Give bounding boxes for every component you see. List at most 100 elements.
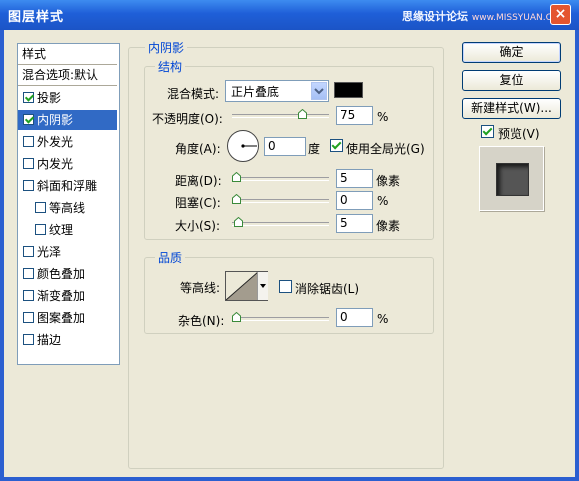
- size-slider-handle[interactable]: [233, 217, 243, 227]
- structure-title: 结构: [155, 58, 186, 75]
- choke-slider-handle[interactable]: [232, 194, 241, 204]
- style-list-item[interactable]: 外发光: [18, 132, 117, 152]
- contour-preview-icon: [226, 272, 258, 300]
- size-input[interactable]: 5: [336, 214, 373, 233]
- style-list-item[interactable]: 颜色叠加: [18, 264, 117, 284]
- anti-alias-label[interactable]: 消除锯齿(L): [295, 280, 359, 297]
- style-list-item[interactable]: 纹理: [18, 220, 117, 240]
- opacity-label: 不透明度(O):: [152, 112, 223, 126]
- style-list-item[interactable]: 渐变叠加: [18, 286, 117, 306]
- distance-slider-track[interactable]: [232, 177, 329, 181]
- contour-picker[interactable]: [225, 271, 268, 301]
- style-preview-thumbnail: [479, 146, 544, 211]
- style-checkbox[interactable]: [35, 224, 46, 235]
- size-label: 大小(S):: [175, 219, 221, 233]
- style-list-item[interactable]: 投影: [18, 88, 117, 108]
- style-list-label: 渐变叠加: [37, 289, 86, 303]
- style-list-item[interactable]: 内阴影: [18, 110, 117, 130]
- opacity-slider-handle[interactable]: [298, 109, 307, 119]
- size-unit: 像素: [376, 219, 401, 233]
- style-list-item[interactable]: 图案叠加: [18, 308, 117, 328]
- style-list-label: 图案叠加: [37, 311, 86, 325]
- dialog-body: 样式 混合选项:默认 投影 内阴影 外发光 内发光 斜面和浮雕 等高线 纹理 光泽 颜色叠加 渐变叠加…: [4, 30, 575, 477]
- choke-label: 阻塞(C):: [175, 196, 221, 210]
- title-bar[interactable]: 图层样式 思缘设计论坛 www.MISSYUAN.COM ×: [0, 0, 579, 30]
- style-list-label: 纹理: [49, 223, 74, 237]
- angle-unit: 度: [308, 142, 321, 156]
- preview-checkbox[interactable]: [481, 125, 494, 138]
- preview-swatch: [496, 163, 529, 196]
- style-list-label: 描边: [37, 333, 62, 347]
- style-list-label: 内发光: [37, 157, 74, 171]
- shadow-color-swatch[interactable]: [334, 82, 363, 98]
- style-list-item[interactable]: 内发光: [18, 154, 117, 174]
- watermark: 思缘设计论坛 www.MISSYUAN.COM: [402, 8, 567, 24]
- style-list-label: 外发光: [37, 135, 74, 149]
- style-list: 样式混合选项:默认投影内阴影外发光内发光斜面和浮雕等高线纹理光泽颜色叠加渐变叠加…: [17, 43, 120, 365]
- contour-label: 等高线:: [180, 281, 221, 295]
- layer-style-dialog: 图层样式 思缘设计论坛 www.MISSYUAN.COM × 样式混合选项:默认…: [0, 0, 579, 481]
- opacity-input[interactable]: 75: [336, 106, 373, 125]
- style-checkbox[interactable]: [23, 290, 34, 301]
- noise-unit: %: [377, 312, 389, 326]
- style-list-item[interactable]: 样式: [18, 44, 117, 65]
- ok-button[interactable]: 确定: [462, 42, 561, 63]
- style-checkbox[interactable]: [23, 114, 34, 125]
- style-list-item[interactable]: 光泽: [18, 242, 117, 262]
- distance-input[interactable]: 5: [336, 169, 373, 188]
- choke-input[interactable]: 0: [336, 191, 373, 210]
- choke-slider-track[interactable]: [232, 199, 329, 203]
- angle-input[interactable]: 0: [264, 137, 306, 156]
- blend-mode-label: 混合模式:: [167, 87, 220, 101]
- style-checkbox[interactable]: [23, 268, 34, 279]
- angle-dial[interactable]: [226, 129, 260, 163]
- reset-button[interactable]: 复位: [462, 70, 561, 91]
- blend-mode-value: 正片叠底: [231, 85, 280, 99]
- noise-slider-track[interactable]: [232, 317, 329, 321]
- style-list-label: 投影: [37, 91, 62, 105]
- noise-label: 杂色(N):: [178, 314, 225, 328]
- noise-slider-handle[interactable]: [232, 312, 241, 322]
- style-checkbox[interactable]: [23, 312, 34, 323]
- noise-input[interactable]: 0: [336, 308, 373, 327]
- opacity-slider-track[interactable]: [232, 114, 329, 118]
- preview-label[interactable]: 预览(V): [498, 125, 540, 142]
- style-list-label: 颜色叠加: [37, 267, 86, 281]
- choke-unit: %: [377, 194, 389, 208]
- window-title: 图层样式: [8, 10, 65, 25]
- inner-shadow-title: 内阴影: [145, 39, 188, 56]
- style-list-label: 等高线: [49, 201, 86, 215]
- style-list-item[interactable]: 混合选项:默认: [18, 65, 117, 86]
- style-checkbox[interactable]: [23, 180, 34, 191]
- contour-dropdown-arrow-icon[interactable]: [257, 272, 268, 300]
- distance-unit: 像素: [376, 174, 401, 188]
- size-slider-track[interactable]: [232, 222, 329, 226]
- style-list-item[interactable]: 等高线: [18, 198, 117, 218]
- blend-mode-select[interactable]: 正片叠底: [225, 80, 329, 102]
- angle-label: 角度(A):: [175, 142, 221, 156]
- close-button[interactable]: ×: [550, 4, 571, 25]
- style-checkbox[interactable]: [23, 246, 34, 257]
- style-checkbox[interactable]: [23, 158, 34, 169]
- chevron-down-icon[interactable]: [311, 82, 327, 100]
- style-list-label: 混合选项:默认: [22, 68, 99, 82]
- style-list-label: 内阴影: [37, 113, 74, 127]
- global-light-label[interactable]: 使用全局光(G): [346, 140, 425, 157]
- distance-slider-handle[interactable]: [232, 172, 241, 182]
- style-checkbox[interactable]: [35, 202, 46, 213]
- quality-title: 品质: [155, 249, 186, 266]
- style-list-label: 斜面和浮雕: [37, 179, 98, 193]
- anti-alias-checkbox[interactable]: [279, 280, 292, 293]
- opacity-unit: %: [377, 110, 389, 124]
- new-style-button[interactable]: 新建样式(W)...: [462, 98, 561, 119]
- style-list-item[interactable]: 斜面和浮雕: [18, 176, 117, 196]
- style-list-label: 光泽: [37, 245, 62, 259]
- distance-label: 距离(D):: [175, 174, 222, 188]
- watermark-text: 思缘设计论坛: [402, 10, 468, 23]
- style-checkbox[interactable]: [23, 136, 34, 147]
- style-checkbox[interactable]: [23, 334, 34, 345]
- style-checkbox[interactable]: [23, 92, 34, 103]
- style-list-item[interactable]: 描边: [18, 330, 117, 350]
- global-light-checkbox[interactable]: [330, 139, 343, 152]
- style-list-label: 样式: [22, 47, 47, 61]
